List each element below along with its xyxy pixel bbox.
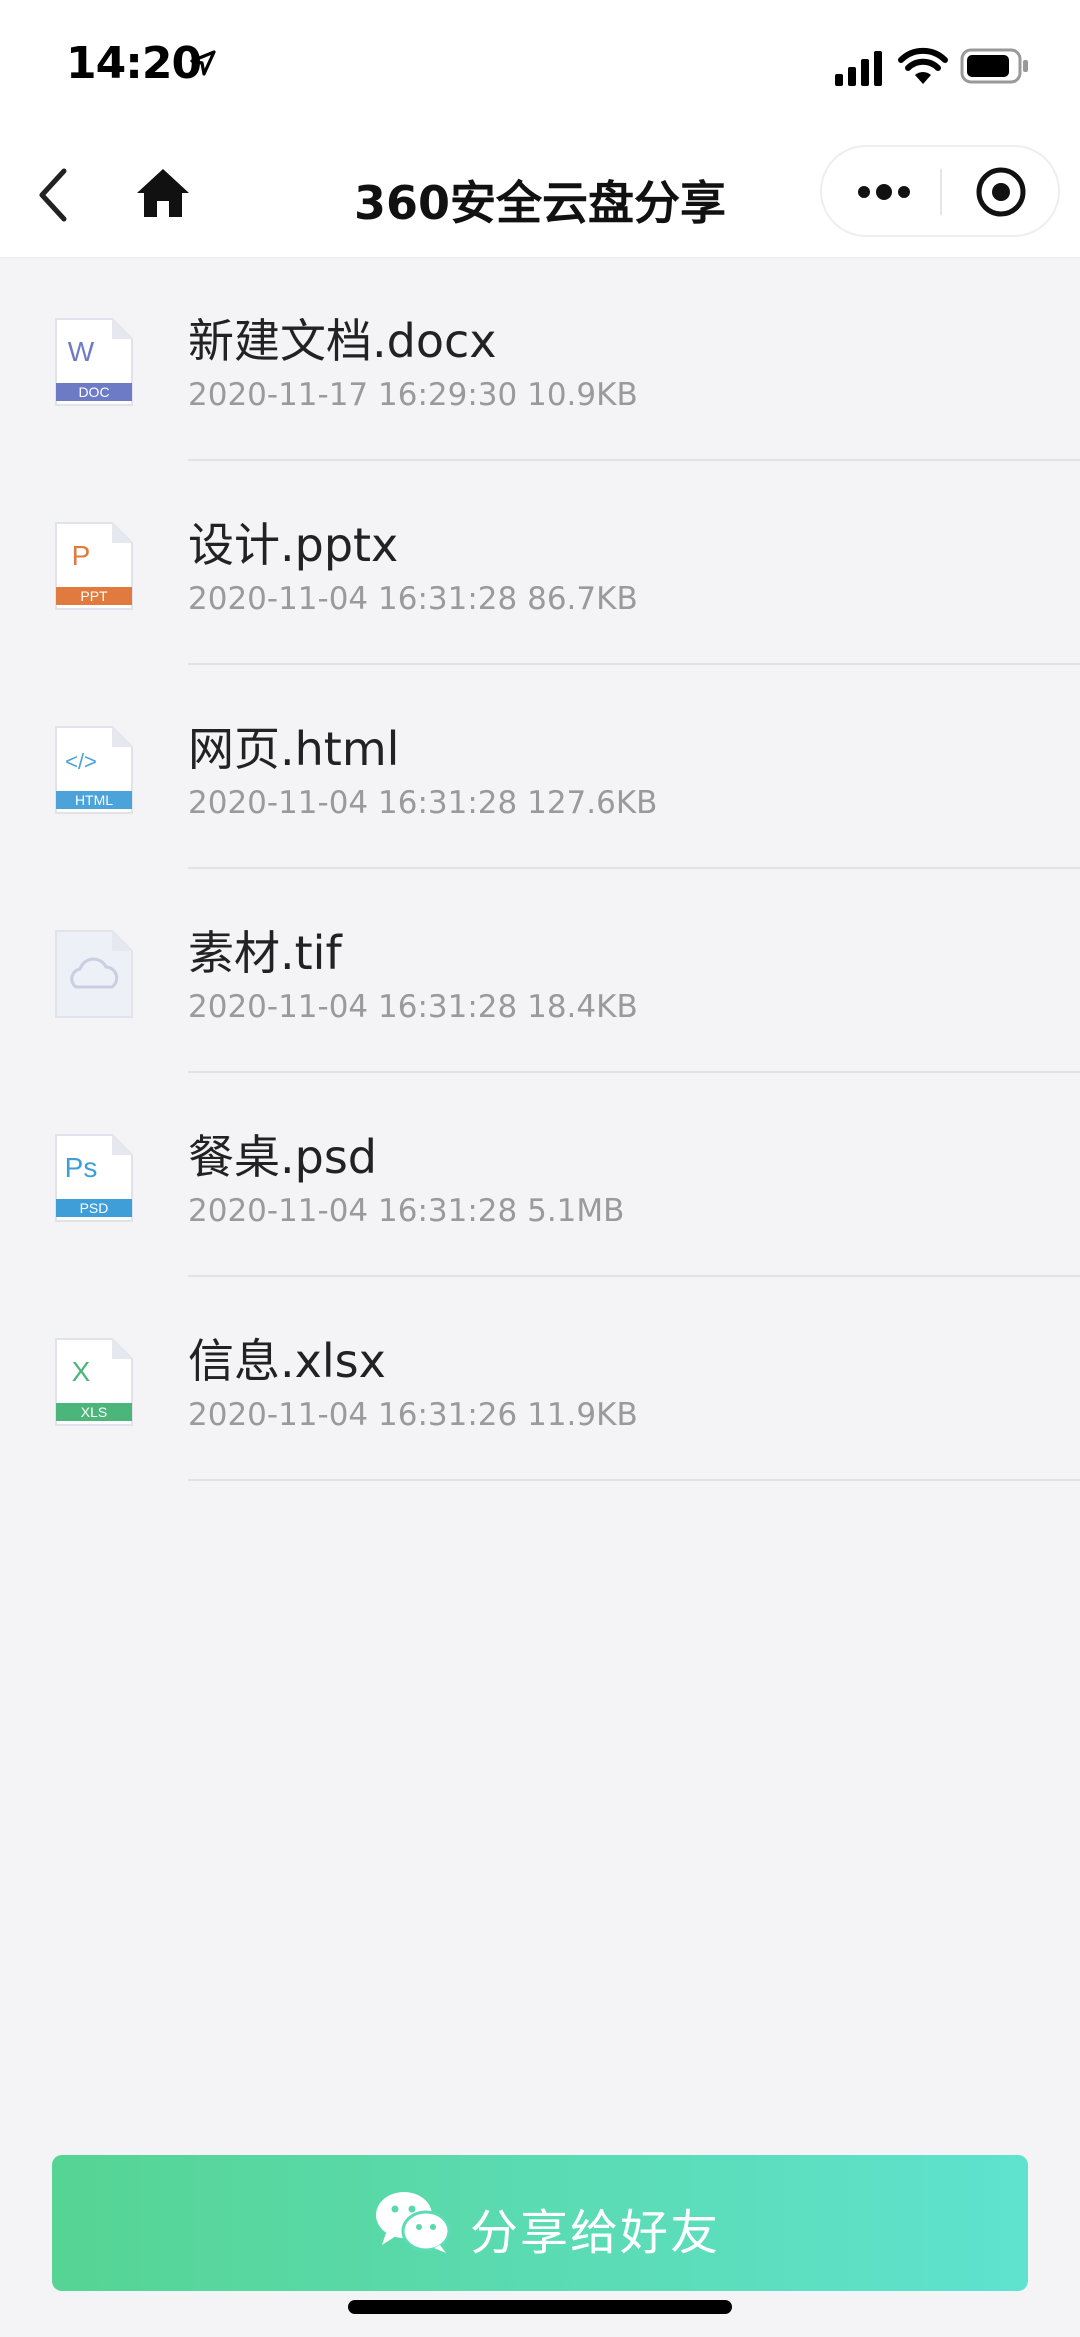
file-name: 信息.xlsx (188, 1334, 386, 1388)
svg-text:P: P (72, 540, 91, 571)
file-name: 设计.pptx (188, 518, 399, 572)
svg-text:XLS: XLS (81, 1404, 107, 1420)
share-button-label: 分享给好友 (470, 2205, 721, 2261)
svg-text:PSD: PSD (80, 1200, 109, 1216)
file-meta: 2020-11-17 16:29:30 10.9KB (188, 377, 638, 413)
svg-text:W: W (68, 336, 95, 367)
mini-program-capsule (820, 145, 1060, 237)
wifi-icon (898, 47, 948, 84)
capsule-divider (940, 169, 942, 215)
svg-text:Ps: Ps (65, 1152, 98, 1183)
status-time: 14:20 (66, 38, 202, 89)
more-options-icon[interactable] (856, 177, 912, 207)
file-list-item[interactable]: </> HTML 网页.html 2020-11-04 16:31:28 127.6K… (0, 665, 1080, 869)
home-indicator (348, 2300, 732, 2314)
ppt-file-icon: P PPT (55, 522, 133, 610)
svg-text:PPT: PPT (80, 588, 108, 604)
file-list-item[interactable]: W DOC 新建文档.docx 2020-11-17 16:29:30 10.9KB (0, 257, 1080, 461)
file-name: 新建文档.docx (188, 314, 497, 368)
file-name: 餐桌.psd (188, 1130, 377, 1184)
screen: 14:20 360安全云盘分享 W DOC 新建文档.docx 2020-11-… (0, 0, 1080, 2337)
location-arrow-icon (190, 50, 216, 76)
html-file-icon: </> HTML (55, 726, 133, 814)
close-mini-program-icon[interactable] (974, 165, 1028, 219)
file-list-item[interactable]: P PPT 设计.pptx 2020-11-04 16:31:28 86.7KB (0, 461, 1080, 665)
psd-file-icon: Ps PSD (55, 1134, 133, 1222)
cellular-signal-icon (835, 51, 882, 86)
file-meta: 2020-11-04 16:31:28 86.7KB (188, 581, 638, 617)
svg-text:DOC: DOC (78, 384, 109, 400)
svg-text:X: X (72, 1356, 91, 1387)
doc-file-icon: W DOC (55, 318, 133, 406)
share-to-friends-button[interactable]: 分享给好友 (52, 2155, 1028, 2291)
file-meta: 2020-11-04 16:31:28 5.1MB (188, 1193, 625, 1229)
nav-bar: 360安全云盘分享 (0, 135, 1080, 258)
file-list: W DOC 新建文档.docx 2020-11-17 16:29:30 10.9KB P… (0, 257, 1080, 1481)
xls-file-icon: X XLS (55, 1338, 133, 1426)
status-bar: 14:20 (0, 0, 1080, 135)
file-meta: 2020-11-04 16:31:28 127.6KB (188, 785, 658, 821)
file-name: 素材.tif (188, 926, 342, 980)
file-list-item[interactable]: 素材.tif 2020-11-04 16:31:28 18.4KB (0, 869, 1080, 1073)
wechat-icon (376, 2192, 451, 2253)
battery-icon (960, 48, 1028, 84)
file-name: 网页.html (188, 722, 400, 776)
file-list-item[interactable]: X XLS 信息.xlsx 2020-11-04 16:31:26 11.9KB (0, 1277, 1080, 1481)
generic-file-icon (55, 930, 133, 1018)
file-meta: 2020-11-04 16:31:26 11.9KB (188, 1397, 638, 1433)
file-meta: 2020-11-04 16:31:28 18.4KB (188, 989, 638, 1025)
row-divider (188, 1479, 1080, 1481)
file-list-item[interactable]: Ps PSD 餐桌.psd 2020-11-04 16:31:28 5.1MB (0, 1073, 1080, 1277)
svg-text:</>: </> (65, 749, 97, 774)
svg-text:HTML: HTML (75, 792, 113, 808)
